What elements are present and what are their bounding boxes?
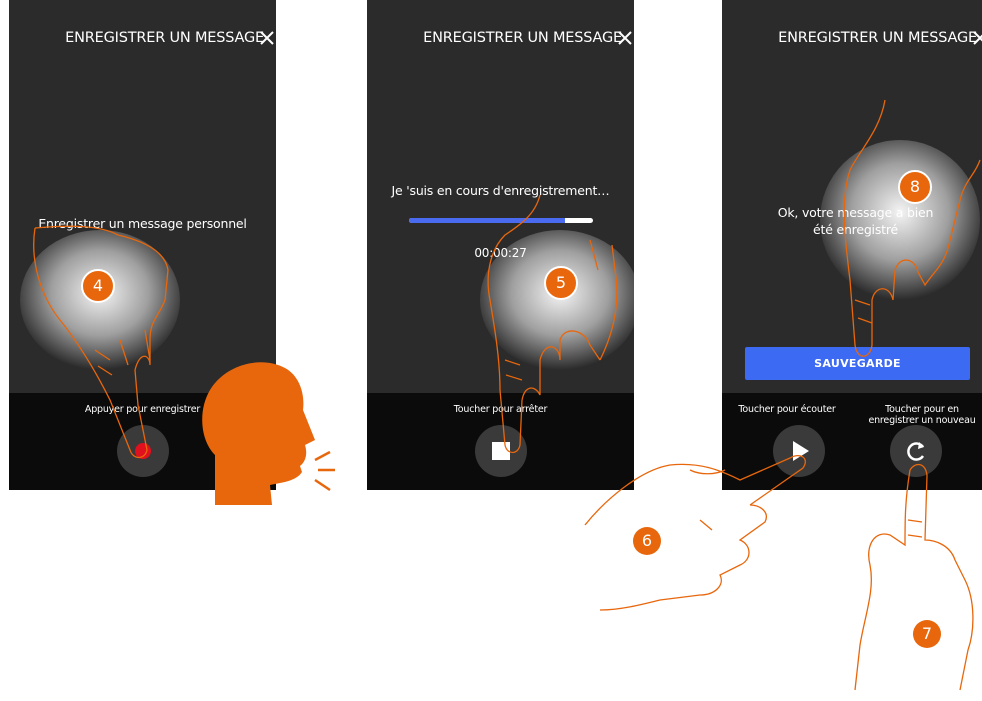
step-4-callout: 4	[81, 269, 115, 303]
instruction-illustration	[20, 99, 981, 691]
hand-pointer-7	[854, 463, 974, 691]
step-5-callout: 5	[544, 266, 578, 300]
hand-pointer-6	[584, 454, 806, 611]
step-7-callout: 7	[913, 620, 941, 648]
speaking-head-icon	[202, 362, 335, 505]
step-6-callout: 6	[633, 527, 661, 555]
step-8-callout: 8	[898, 170, 932, 204]
